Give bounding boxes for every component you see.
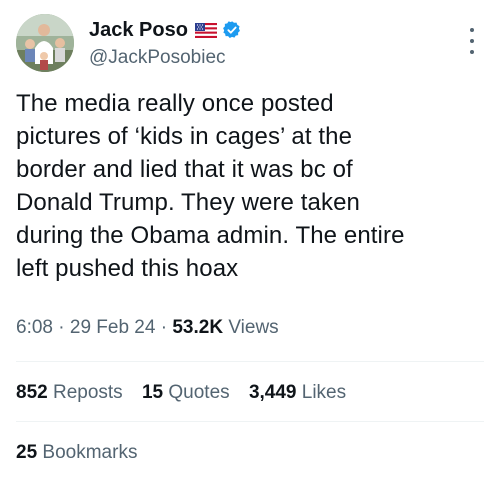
avatar[interactable] (16, 14, 74, 72)
reposts-stat[interactable]: 852 Reposts (16, 381, 123, 405)
likes-stat[interactable]: 3,449 Likes (249, 381, 346, 405)
reposts-label: Reposts (52, 382, 123, 403)
reposts-count: 852 (16, 382, 48, 403)
views-label: Views (228, 317, 279, 338)
more-dot (470, 28, 474, 32)
meta-separator: · (160, 317, 168, 338)
more-dot (470, 50, 474, 54)
bookmarks-count: 25 (16, 442, 38, 463)
avatar-photo-icon (16, 14, 74, 72)
tweet-time[interactable]: 6:08 (16, 317, 53, 338)
quotes-label: Quotes (168, 382, 230, 403)
bookmarks-stat[interactable]: 25 Bookmarks (16, 441, 137, 465)
author-display-name[interactable]: Jack Poso (89, 18, 188, 42)
divider (16, 361, 484, 362)
us-flag-icon (194, 22, 217, 38)
likes-count: 3,449 (248, 382, 297, 403)
tweet-date[interactable]: 29 Feb 24 (70, 317, 156, 338)
tweet-header: Jack Poso @JackPosobiec (16, 14, 484, 76)
quotes-stat[interactable]: 15 Quotes (142, 381, 230, 405)
author-block: Jack Poso @JackPosobiec (89, 18, 449, 70)
verified-badge-icon[interactable] (222, 20, 242, 40)
likes-label: Likes (301, 382, 347, 403)
views-count: 53.2K (172, 317, 224, 338)
divider (16, 421, 484, 422)
tweet-meta: 6:08 · 29 Feb 24 · 53.2K Views (16, 316, 279, 340)
author-name-row: Jack Poso (89, 18, 449, 42)
more-dot (470, 39, 474, 43)
bookmarks-label: Bookmarks (42, 442, 138, 463)
tweet-text: The media really once posted pictures of… (16, 90, 405, 282)
engagement-stats: 852 Reposts 15 Quotes 3,449 Likes (16, 381, 360, 405)
more-vertical-icon[interactable] (462, 28, 482, 54)
quotes-count: 15 (141, 382, 164, 403)
author-handle[interactable]: @JackPosobiec (89, 46, 449, 70)
meta-separator: · (58, 317, 65, 338)
